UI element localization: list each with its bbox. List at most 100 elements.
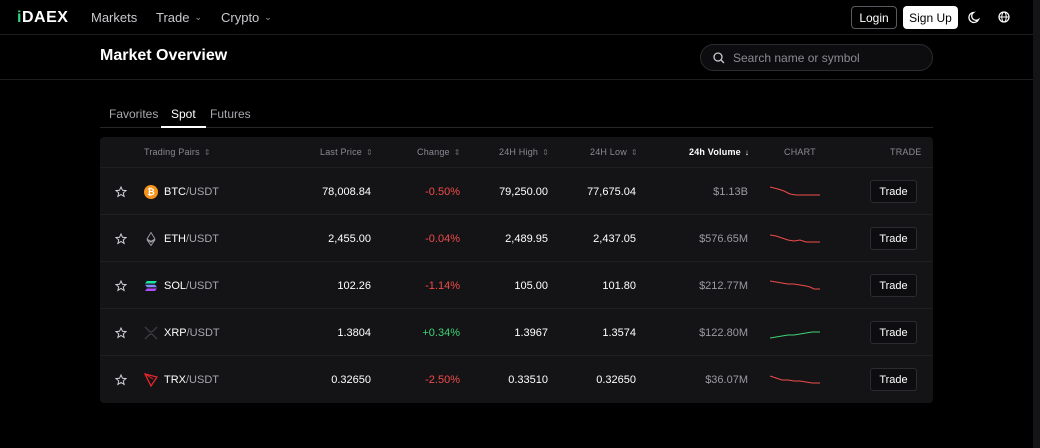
- last-price: 1.3804: [337, 326, 371, 339]
- trading-pair[interactable]: XRP/USDT: [144, 309, 220, 356]
- sort-icon: ⇕: [542, 147, 550, 157]
- trading-pair[interactable]: SOL/USDT: [144, 262, 219, 309]
- scrollbar-track[interactable]: [1033, 0, 1040, 448]
- col-change[interactable]: Change ⇕: [417, 147, 461, 157]
- 24h-volume: $576.65M: [699, 232, 748, 245]
- table-row[interactable]: TRX/USDT 0.32650 -2.50% 0.33510 0.32650 …: [100, 355, 933, 402]
- 24h-low: 2,437.05: [593, 232, 636, 245]
- favorite-star-icon[interactable]: [115, 262, 127, 309]
- page-header: Market Overview: [0, 36, 1033, 80]
- 24h-high: 2,489.95: [505, 232, 548, 245]
- login-button[interactable]: Login: [851, 6, 897, 29]
- trade-button[interactable]: Trade: [870, 321, 917, 344]
- col-label: 24H Low: [590, 147, 627, 157]
- logo[interactable]: i DAEX: [17, 9, 68, 27]
- 24h-low: 101.80: [602, 279, 636, 292]
- signup-button[interactable]: Sign Up: [903, 6, 958, 29]
- col-label: 24h Volume: [689, 147, 741, 157]
- pair-quote: /USDT: [186, 326, 220, 339]
- price-change: -0.04%: [425, 232, 460, 245]
- col-24h-high[interactable]: 24H High ⇕: [499, 147, 549, 157]
- pair-base: BTC: [164, 185, 186, 198]
- col-last-price[interactable]: Last Price ⇕: [320, 147, 373, 157]
- nav-trade[interactable]: Trade ⌄: [156, 10, 202, 25]
- sparkline-chart: [770, 262, 824, 309]
- nav-markets[interactable]: Markets: [91, 10, 137, 25]
- col-chart: CHART: [784, 147, 816, 157]
- tab-futures[interactable]: Futures: [210, 107, 251, 128]
- sparkline-chart: [770, 309, 824, 356]
- favorite-star-icon[interactable]: [115, 356, 127, 403]
- trade-button[interactable]: Trade: [870, 180, 917, 203]
- 24h-high: 0.33510: [508, 373, 548, 386]
- col-label: CHART: [784, 147, 816, 157]
- sparkline-chart: [770, 356, 824, 403]
- col-24h-low[interactable]: 24H Low ⇕: [590, 147, 638, 157]
- col-label: Change: [417, 147, 450, 157]
- favorite-star-icon[interactable]: [115, 309, 127, 356]
- trade-button[interactable]: Trade: [870, 227, 917, 250]
- table-row[interactable]: ETH/USDT 2,455.00 -0.04% 2,489.95 2,437.…: [100, 214, 933, 261]
- nav-markets-label: Markets: [91, 10, 138, 25]
- 24h-high: 79,250.00: [499, 185, 548, 198]
- top-navbar: i DAEX Markets Trade ⌄ Crypto ⌄ Login Sign …: [0, 0, 1040, 35]
- 24h-volume: $212.77M: [699, 279, 748, 292]
- 24h-low: 1.3574: [602, 326, 636, 339]
- market-tabs: Favorites Spot Futures: [100, 100, 933, 128]
- xrp-icon: [144, 326, 158, 340]
- page-title: Market Overview: [100, 47, 228, 64]
- col-label: Last Price: [320, 147, 363, 157]
- solana-icon: [144, 279, 158, 293]
- pair-quote: /USDT: [186, 373, 219, 386]
- last-price: 102.26: [337, 279, 371, 292]
- sort-icon: ⇕: [630, 147, 638, 157]
- nav-trade-label: Trade: [156, 10, 190, 25]
- sort-desc-icon: ↓: [744, 147, 750, 157]
- nav-crypto[interactable]: Crypto ⌄: [221, 10, 272, 25]
- table-row[interactable]: ₿ BTC/USDT 78,008.84 -0.50% 79,250.00 77…: [100, 167, 933, 214]
- price-change: +0.34%: [422, 326, 460, 339]
- price-change: -2.50%: [425, 373, 460, 386]
- col-24h-volume[interactable]: 24h Volume ↓: [689, 147, 749, 157]
- 24h-volume: $1.13B: [713, 185, 748, 198]
- table-row[interactable]: SOL/USDT 102.26 -1.14% 105.00 101.80 $21…: [100, 261, 933, 308]
- tab-spot[interactable]: Spot: [161, 107, 206, 128]
- pair-quote: /USDT: [186, 232, 219, 245]
- ethereum-icon: [144, 231, 158, 246]
- pair-base: TRX: [164, 373, 186, 386]
- trade-button[interactable]: Trade: [870, 368, 917, 391]
- search-icon: [713, 51, 725, 63]
- trading-pair[interactable]: ETH/USDT: [144, 215, 219, 262]
- col-trading-pairs[interactable]: Trading Pairs ⇕: [144, 147, 211, 157]
- pair-base: XRP: [164, 326, 187, 339]
- chevron-down-icon: ⌄: [194, 12, 203, 22]
- sort-icon: ⇕: [453, 147, 461, 157]
- 24h-volume: $36.07M: [705, 373, 748, 386]
- trade-button[interactable]: Trade: [870, 274, 917, 297]
- market-table: Trading Pairs ⇕ Last Price ⇕ Change ⇕ 24H H…: [100, 137, 933, 403]
- favorite-star-icon[interactable]: [115, 168, 127, 215]
- col-label: TRADE: [890, 147, 922, 157]
- sort-icon: ⇕: [366, 147, 373, 157]
- table-row[interactable]: XRP/USDT 1.3804 +0.34% 1.3967 1.3574 $12…: [100, 308, 933, 355]
- sparkline-chart: [770, 168, 824, 215]
- pair-base: SOL: [164, 279, 187, 292]
- last-price: 0.32650: [331, 373, 371, 386]
- tab-favorites[interactable]: Favorites: [109, 107, 158, 128]
- search-box[interactable]: [700, 44, 933, 71]
- favorite-star-icon[interactable]: [115, 215, 127, 262]
- globe-icon[interactable]: [997, 10, 1011, 24]
- svg-text:₿: ₿: [147, 187, 154, 198]
- col-label: 24H High: [499, 147, 539, 157]
- search-input[interactable]: [733, 50, 913, 65]
- trading-pair[interactable]: TRX/USDT: [144, 356, 219, 403]
- chevron-down-icon: ⌄: [264, 12, 272, 22]
- pair-quote: /USDT: [186, 279, 220, 292]
- sparkline-chart: [770, 215, 824, 262]
- trading-pair[interactable]: ₿ BTC/USDT: [144, 168, 219, 215]
- 24h-high: 105.00: [514, 279, 548, 292]
- moon-icon[interactable]: [968, 10, 982, 24]
- sort-icon: ⇕: [203, 147, 211, 157]
- last-price: 2,455.00: [328, 232, 371, 245]
- 24h-low: 0.32650: [596, 373, 636, 386]
